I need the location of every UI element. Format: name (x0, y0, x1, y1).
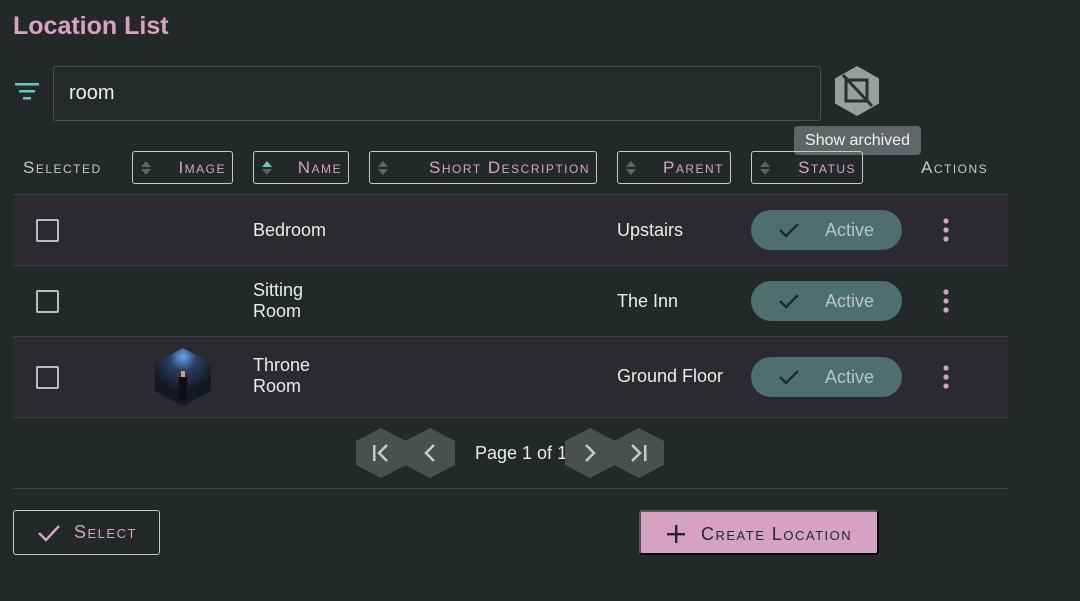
column-header-selected: Selected (23, 158, 102, 177)
filter-icon[interactable] (14, 80, 40, 102)
more-vert-icon[interactable] (938, 364, 954, 390)
more-vert-icon[interactable] (938, 288, 954, 314)
sort-icon (760, 161, 770, 175)
status-label: Active (825, 291, 875, 311)
status-label: Active (825, 367, 875, 387)
search-field[interactable] (53, 66, 821, 121)
create-location-button[interactable]: Create Location (639, 510, 879, 555)
status-chip[interactable]: Active (751, 210, 902, 250)
row-checkbox[interactable] (36, 219, 59, 242)
status-chip[interactable]: Active (751, 281, 902, 321)
last-page-icon[interactable] (612, 427, 666, 479)
row-name: Throne Room (253, 355, 310, 397)
sort-name-label: Name (297, 158, 342, 177)
row-name-line2: Room (253, 301, 302, 321)
sort-icon (626, 161, 636, 175)
first-page-icon[interactable] (354, 427, 408, 479)
sort-image-label: Image (178, 158, 226, 177)
row-name-line1: Throne (253, 355, 311, 375)
sort-image-button[interactable]: Image (132, 151, 233, 184)
sort-status-button[interactable]: Status (751, 151, 863, 184)
next-page-icon[interactable] (563, 427, 617, 479)
row-name-line1: Sitting (253, 280, 304, 300)
check-icon (779, 223, 799, 238)
location-thumbnail-image (155, 348, 211, 406)
row-name: Bedroom (253, 220, 327, 240)
archive-toggle-icon[interactable] (833, 65, 881, 117)
search-input[interactable] (69, 67, 809, 120)
page-title: Location List (13, 12, 169, 40)
check-icon (38, 525, 60, 542)
plus-icon (667, 525, 685, 543)
row-name-line2: Room (253, 376, 302, 396)
sort-short-description-label: Short Description (429, 158, 590, 177)
sort-parent-label: Parent (662, 158, 724, 177)
select-button[interactable]: Select (13, 510, 160, 555)
sort-status-label: Status (798, 158, 856, 177)
row-name: Sitting Room (253, 280, 303, 322)
row-checkbox[interactable] (36, 366, 59, 389)
page-indicator: Page 1 of 1 (475, 443, 568, 463)
sort-short-description-button[interactable]: Short Description (369, 151, 597, 184)
create-location-label: Create Location (701, 524, 853, 544)
status-chip[interactable]: Active (751, 357, 902, 397)
sort-ascending-icon (262, 161, 272, 175)
prev-page-icon[interactable] (403, 427, 457, 479)
sort-name-button[interactable]: Name (253, 151, 349, 184)
column-header-actions: Actions (921, 158, 989, 177)
table-row: Bedroom Upstairs Active (13, 195, 1008, 266)
check-icon (779, 370, 799, 385)
sort-icon (378, 161, 388, 175)
row-checkbox[interactable] (36, 290, 59, 313)
row-parent: Ground Floor (617, 366, 724, 386)
row-parent: The Inn (617, 291, 679, 311)
table-row: Sitting Room The Inn Active (13, 266, 1008, 337)
status-label: Active (825, 220, 875, 240)
sort-parent-button[interactable]: Parent (617, 151, 731, 184)
select-button-label: Select (74, 522, 137, 542)
check-icon (779, 294, 799, 309)
table-row: Throne Room Ground Floor Active (13, 337, 1008, 418)
sort-icon (141, 161, 151, 175)
more-vert-icon[interactable] (938, 217, 954, 243)
footer-divider (13, 488, 1008, 489)
row-parent: Upstairs (617, 220, 684, 240)
